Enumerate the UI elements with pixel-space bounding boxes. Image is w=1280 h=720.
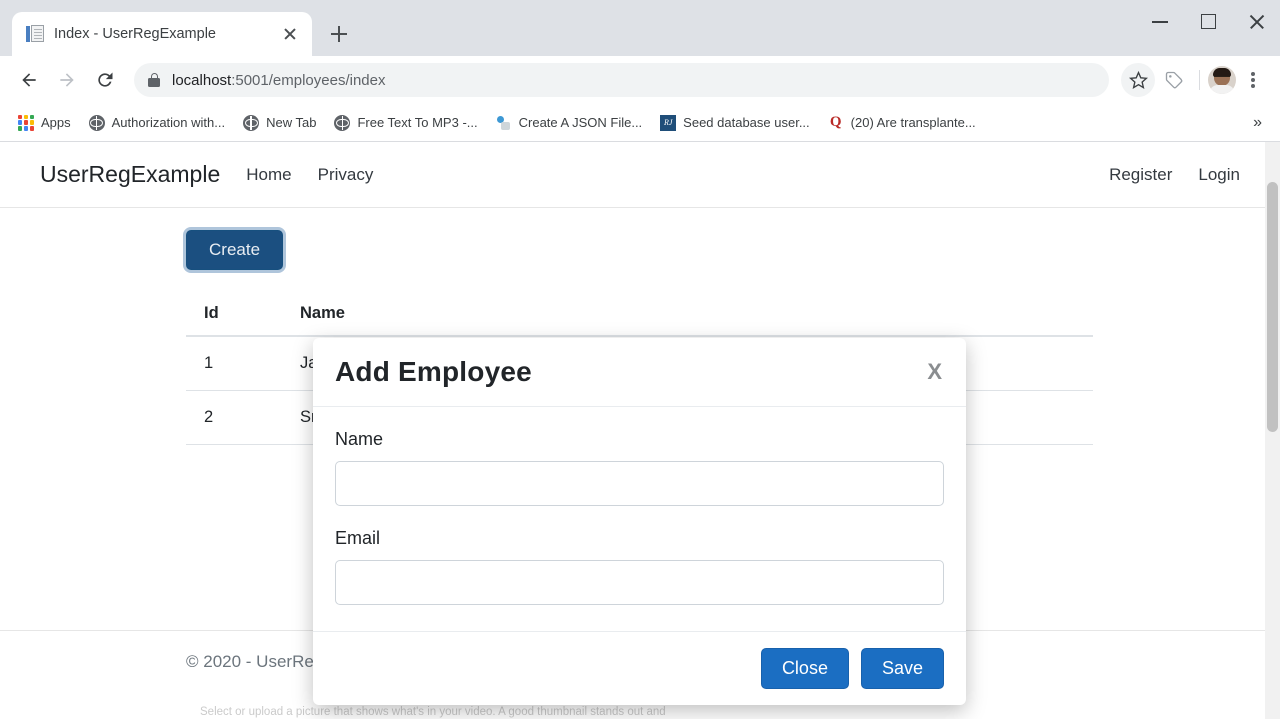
quora-icon: Q (829, 114, 842, 130)
form-group-name: Name (335, 429, 944, 506)
star-icon[interactable] (1121, 63, 1155, 97)
document-favicon (26, 25, 44, 43)
modal-close-icon[interactable]: X (927, 361, 942, 383)
modal-header: Add Employee X (313, 338, 966, 407)
url-text: localhost:5001/employees/index (172, 72, 385, 89)
lock-icon (148, 73, 160, 87)
nav-link-login[interactable]: Login (1198, 165, 1240, 185)
bookmark-authorization[interactable]: Authorization with... (81, 111, 233, 135)
url-path: :5001/employees/index (231, 71, 386, 89)
page-viewport: UserRegExample Home Privacy Register Log… (0, 142, 1280, 719)
bookmark-label: Apps (41, 115, 71, 130)
bookmark-label: Authorization with... (111, 115, 226, 130)
toolbar-divider (1199, 70, 1200, 90)
site-navbar: UserRegExample Home Privacy Register Log… (0, 142, 1280, 208)
table-header-row: Id Name (186, 294, 1093, 337)
close-window-button[interactable] (1232, 0, 1280, 44)
toolbar-actions (1121, 63, 1268, 97)
globe-icon (88, 114, 105, 131)
browser-window: Index - UserRegExample localhost:5001/em… (0, 0, 1280, 720)
bookmark-apps[interactable]: Apps (10, 111, 79, 135)
save-button[interactable]: Save (860, 648, 944, 689)
bookmark-seed-database[interactable]: RJ Seed database user... (652, 111, 817, 135)
bookmark-free-text-to-mp3[interactable]: Free Text To MP3 -... (326, 111, 485, 135)
bookmark-quora[interactable]: Q (20) Are transplante... (820, 111, 984, 135)
name-label: Name (335, 429, 384, 449)
bookmark-label: Create A JSON File... (518, 115, 643, 130)
json-icon (496, 115, 512, 131)
site-brand[interactable]: UserRegExample (40, 161, 220, 188)
nav-link-privacy[interactable]: Privacy (318, 165, 374, 185)
page-scrollbar[interactable] (1265, 142, 1280, 719)
nav-link-home[interactable]: Home (246, 165, 291, 185)
window-controls (1136, 0, 1280, 44)
close-button[interactable]: Close (760, 648, 849, 689)
nav-link-register[interactable]: Register (1109, 165, 1172, 185)
bookmark-new-tab[interactable]: New Tab (235, 111, 324, 135)
back-icon[interactable] (12, 63, 46, 97)
email-label: Email (335, 528, 381, 548)
bookmark-label: Seed database user... (683, 115, 810, 130)
bookmark-label: New Tab (266, 115, 317, 130)
tab-close-icon[interactable] (278, 22, 302, 46)
bookmarks-bar: Apps Authorization with... New Tab Free … (0, 104, 1280, 142)
name-input[interactable] (335, 461, 944, 506)
tag-icon[interactable] (1157, 63, 1191, 97)
browser-tab[interactable]: Index - UserRegExample (12, 12, 312, 56)
column-header-id: Id (186, 294, 282, 337)
bookmark-create-json-file[interactable]: Create A JSON File... (488, 111, 651, 135)
table-head: Id Name (186, 294, 1093, 337)
modal-title: Add Employee (335, 356, 532, 387)
cell-id: 2 (186, 390, 282, 445)
modal-footer: Close Save (313, 631, 966, 705)
globe-icon (243, 114, 260, 131)
site-nav-auth: Register Login (1109, 165, 1240, 185)
form-group-email: Email (335, 528, 944, 605)
modal-body: Name Email (313, 407, 966, 631)
column-header-name: Name (282, 294, 532, 337)
new-tab-button[interactable] (322, 17, 356, 51)
bookmark-label: Free Text To MP3 -... (357, 115, 478, 130)
cell-id: 1 (186, 336, 282, 391)
site-nav-links: Home Privacy (246, 165, 373, 185)
avatar[interactable] (1208, 66, 1236, 94)
reload-icon[interactable] (88, 63, 122, 97)
tab-strip: Index - UserRegExample (0, 0, 1280, 56)
address-bar[interactable]: localhost:5001/employees/index (134, 63, 1109, 97)
minimize-button[interactable] (1136, 0, 1184, 44)
apps-grid-icon (18, 114, 34, 131)
email-input[interactable] (335, 560, 944, 605)
background-window-text: Select or upload a picture that shows wh… (200, 706, 666, 718)
bookmarks-overflow-button[interactable]: » (1245, 114, 1270, 132)
forward-icon[interactable] (50, 63, 84, 97)
kebab-menu-icon[interactable] (1238, 63, 1268, 97)
globe-icon (334, 114, 351, 131)
maximize-button[interactable] (1184, 0, 1232, 44)
create-button[interactable]: Create (186, 230, 284, 270)
browser-toolbar: localhost:5001/employees/index (0, 56, 1280, 104)
tab-title: Index - UserRegExample (54, 26, 216, 42)
bookmark-label: (20) Are transplante... (850, 115, 976, 130)
add-employee-modal: Add Employee X Name Email Close Save (313, 338, 966, 705)
scrollbar-thumb[interactable] (1267, 182, 1278, 432)
url-host: localhost (172, 71, 232, 89)
column-header-spacer (532, 294, 1093, 337)
rj-icon: RJ (660, 114, 677, 131)
